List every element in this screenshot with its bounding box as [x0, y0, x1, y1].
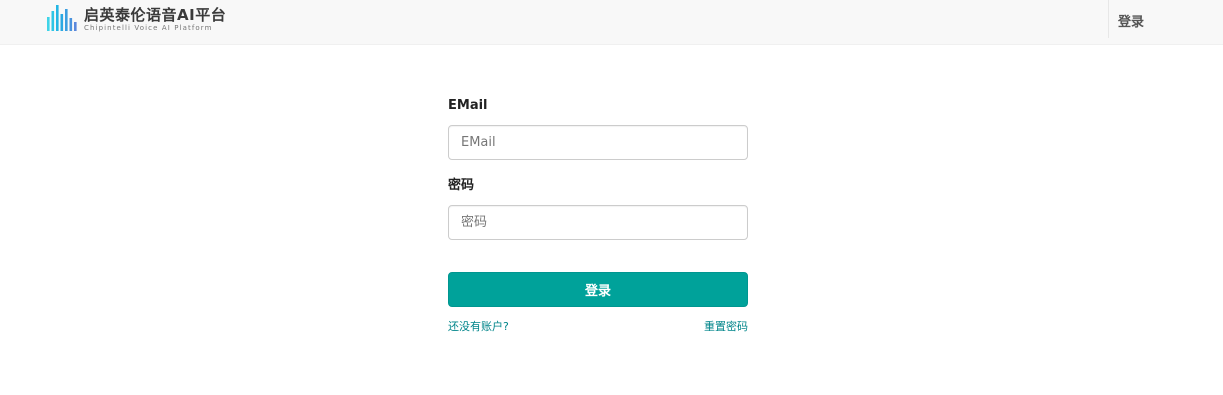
nav-login-link[interactable]: 登录: [1118, 11, 1144, 30]
email-field[interactable]: [448, 125, 748, 160]
brand-name-en: Chipintelli Voice AI Platform: [84, 24, 213, 32]
login-form: EMail 密码 登录 还没有账户? 重置密码: [448, 96, 748, 334]
password-label: 密码: [448, 178, 475, 193]
sound-bars-icon: [47, 5, 77, 31]
brand-text: 启英泰伦语音AI平台 Chipintelli Voice AI Platform: [84, 7, 226, 33]
login-button[interactable]: 登录: [448, 272, 748, 307]
top-navbar: 启英泰伦语音AI平台 Chipintelli Voice AI Platform…: [0, 0, 1223, 45]
password-field[interactable]: [448, 205, 748, 240]
email-label: EMail: [448, 98, 488, 113]
form-links: 还没有账户? 重置密码: [448, 318, 748, 334]
brand-logo[interactable]: 启英泰伦语音AI平台 Chipintelli Voice AI Platform: [46, 4, 226, 36]
brand-name-cn: 启英泰伦语音AI平台: [84, 6, 227, 24]
register-link[interactable]: 还没有账户?: [448, 318, 509, 334]
reset-password-link[interactable]: 重置密码: [704, 318, 748, 334]
nav-divider: [1108, 0, 1109, 38]
